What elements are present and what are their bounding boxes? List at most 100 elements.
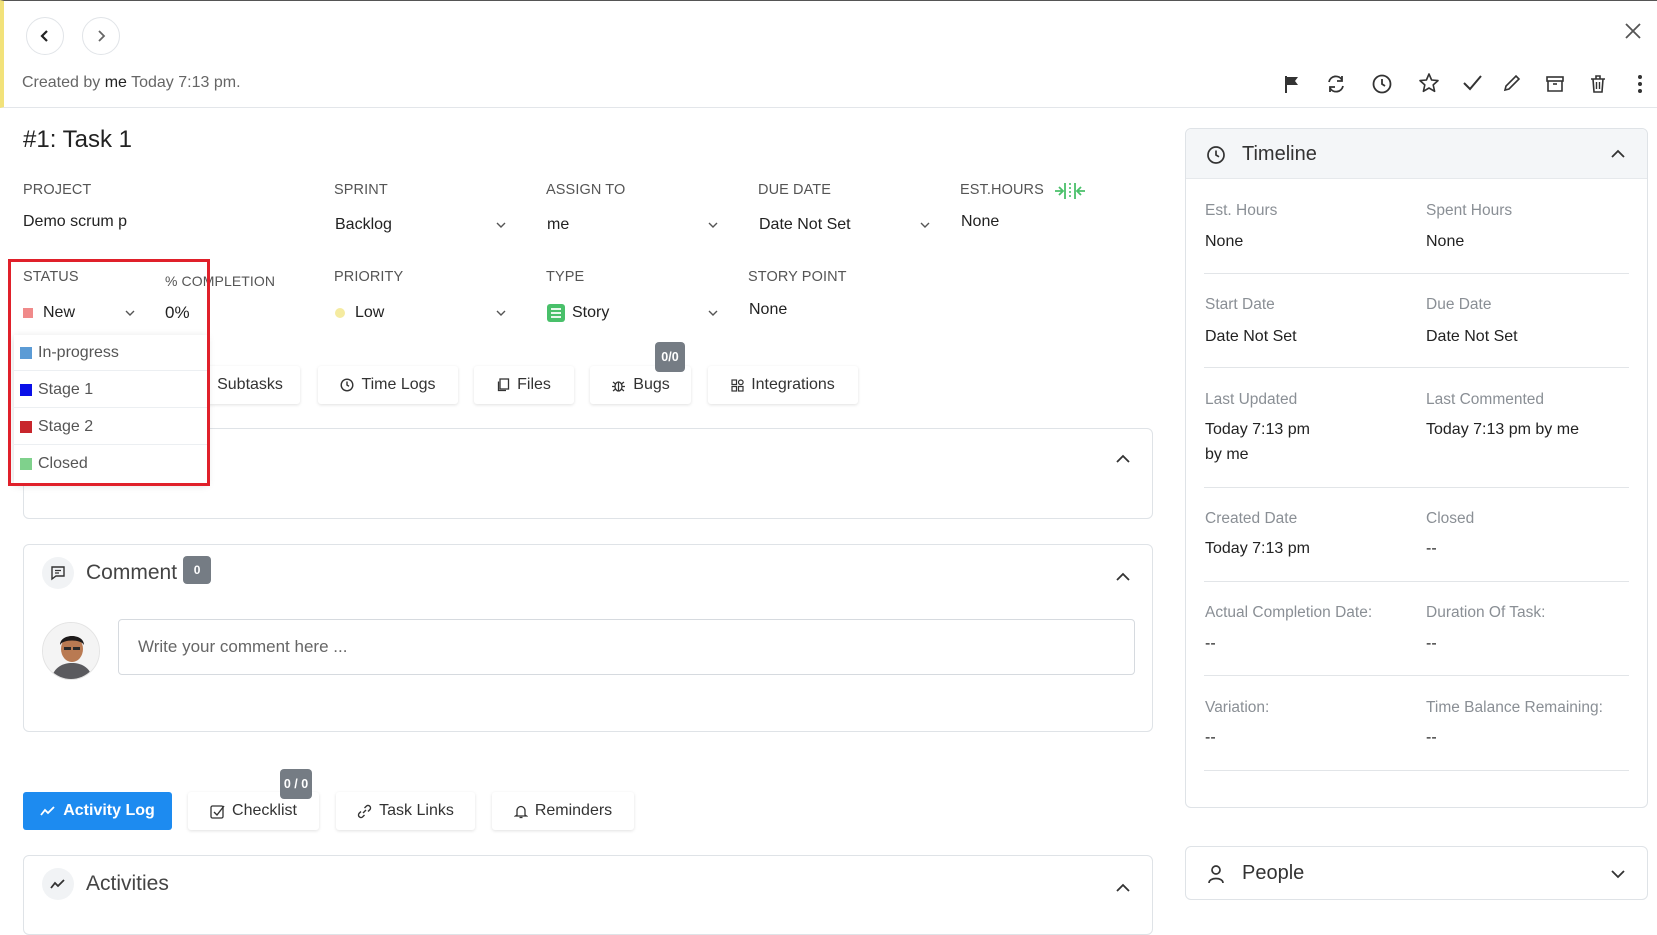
assign-value: me	[547, 216, 570, 233]
flag-button[interactable]	[1278, 70, 1306, 98]
duration-key: Duration Of Task:	[1426, 604, 1546, 621]
close-icon	[1625, 23, 1641, 39]
chevron-right-icon	[98, 30, 106, 42]
est-hours-label: EST.HOURS	[960, 182, 1044, 198]
tab-task-links[interactable]: Task Links	[336, 792, 475, 830]
star-button[interactable]	[1415, 69, 1443, 97]
actual-completion-val: --	[1205, 635, 1216, 652]
variation-val: --	[1205, 729, 1216, 746]
divider	[1204, 770, 1629, 771]
closed-val: --	[1426, 540, 1437, 557]
flag-icon	[1285, 76, 1298, 93]
last-updated-by: by me	[1205, 446, 1249, 463]
chevron-down-icon	[1611, 870, 1625, 879]
created-user[interactable]: me	[105, 74, 127, 91]
comment-icon	[42, 557, 74, 589]
chevron-left-icon	[40, 30, 48, 42]
close-button[interactable]	[1621, 19, 1645, 43]
more-options-button[interactable]	[1626, 70, 1654, 98]
tab-activity-log[interactable]: Activity Log	[23, 792, 172, 830]
tab-reminders[interactable]: Reminders	[492, 792, 634, 830]
divider	[1204, 675, 1629, 676]
chevron-up-icon[interactable]	[1116, 572, 1130, 582]
type-label: TYPE	[546, 269, 585, 285]
start-date-val: Date Not Set	[1205, 328, 1297, 345]
assign-select[interactable]: me	[547, 212, 722, 238]
bell-icon	[513, 805, 528, 818]
due-date-label: DUE DATE	[758, 182, 832, 198]
closed-key: Closed	[1426, 510, 1475, 527]
project-value: Demo scrum p	[23, 213, 128, 230]
previous-task-button[interactable]	[26, 17, 64, 55]
refresh-button[interactable]	[1322, 70, 1350, 98]
people-panel[interactable]: People	[1185, 846, 1648, 900]
timeline-title: Timeline	[1242, 143, 1317, 165]
comment-input[interactable]: Write your comment here ...	[118, 619, 1135, 675]
activities-header: Activities	[42, 868, 169, 900]
actual-completion-key: Actual Completion Date:	[1205, 604, 1373, 621]
archive-button[interactable]	[1541, 70, 1569, 98]
next-task-button[interactable]	[82, 17, 120, 55]
activities-title: Activities	[86, 872, 169, 895]
created-date-key: Created Date	[1205, 510, 1298, 527]
chevron-down-icon	[708, 310, 718, 316]
split-arrows-icon	[1055, 183, 1085, 199]
timeline-header[interactable]: Timeline	[1186, 129, 1647, 179]
complete-button[interactable]	[1458, 69, 1486, 97]
comment-placeholder: Write your comment here ...	[138, 637, 348, 656]
created-info: Created by me Today 7:13 pm.	[22, 74, 241, 92]
tab-reminders-label: Reminders	[534, 802, 613, 819]
divider	[1204, 367, 1629, 368]
tab-files[interactable]: Files	[474, 366, 574, 404]
tab-bugs-label: Bugs	[633, 376, 670, 393]
priority-color-dot	[335, 308, 345, 318]
tab-integrations[interactable]: Integrations	[708, 366, 858, 404]
activities-panel: Activities	[23, 855, 1153, 935]
est-hours-toggle[interactable]	[1052, 180, 1088, 207]
type-select[interactable]: Story	[547, 300, 722, 326]
link-icon	[357, 804, 372, 818]
due-date-val: Date Not Set	[1426, 328, 1518, 345]
star-icon	[1419, 73, 1439, 93]
story-point-label: STORY POINT	[748, 269, 847, 285]
chevron-up-icon	[1611, 149, 1625, 158]
variation-key: Variation:	[1205, 699, 1270, 716]
est-hours-key: Est. Hours	[1205, 202, 1278, 219]
chevron-down-icon	[496, 310, 506, 316]
clock-icon	[1207, 146, 1225, 164]
avatar	[42, 622, 100, 680]
delete-button[interactable]	[1584, 70, 1612, 98]
tab-time-logs[interactable]: Time Logs	[318, 366, 458, 404]
due-date-value: Date Not Set	[759, 216, 851, 233]
priority-value: Low	[355, 304, 385, 321]
due-date-key: Due Date	[1426, 296, 1492, 313]
clock-icon	[1372, 74, 1392, 94]
duration-val: --	[1426, 635, 1437, 652]
type-value: Story	[572, 304, 610, 321]
story-point-value[interactable]: None	[749, 301, 787, 319]
sprint-select[interactable]: Backlog	[335, 212, 510, 238]
divider	[1204, 273, 1629, 274]
created-prefix: Created by	[22, 74, 101, 91]
created-time: Today 7:13 pm.	[131, 74, 241, 91]
last-updated-val: Today 7:13 pm	[1205, 421, 1310, 438]
pencil-icon	[1503, 74, 1521, 92]
chevron-down-icon	[920, 222, 930, 228]
balance-key: Time Balance Remaining:	[1426, 699, 1603, 716]
due-date-select[interactable]: Date Not Set	[759, 212, 934, 238]
edit-button[interactable]	[1498, 69, 1526, 97]
priority-select[interactable]: Low	[335, 300, 510, 326]
tab-subtasks[interactable]: Subtasks	[200, 366, 300, 404]
chevron-up-icon[interactable]	[1116, 883, 1130, 893]
check-icon	[1463, 75, 1482, 91]
spent-hours-key: Spent Hours	[1426, 202, 1513, 219]
est-hours-value: None	[961, 213, 1000, 230]
chevron-down-icon	[496, 222, 506, 228]
last-commented-val: Today 7:13 pm by me	[1426, 421, 1579, 438]
clock-button[interactable]	[1368, 70, 1396, 98]
created-date-val: Today 7:13 pm	[1205, 540, 1310, 557]
chevron-up-icon[interactable]	[1116, 454, 1130, 464]
chevron-down-icon	[708, 222, 718, 228]
tab-activity-log-label: Activity Log	[63, 802, 155, 819]
task-title[interactable]: #1: Task 1	[23, 126, 132, 154]
